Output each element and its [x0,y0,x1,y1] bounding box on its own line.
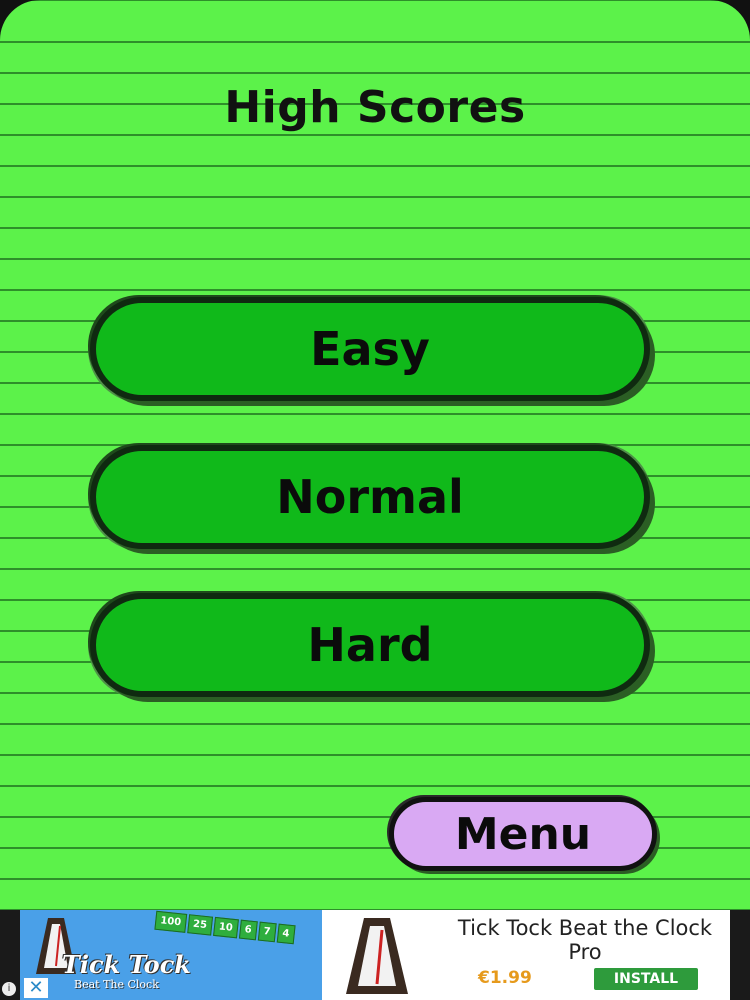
ad-artwork[interactable]: 100 25 10 6 7 4 Tick Tock Beat The Clock [20,910,322,1000]
tile: 25 [187,914,213,936]
close-icon[interactable]: ✕ [24,978,48,998]
normal-button-label: Normal [276,470,464,524]
ad-logo-text: Tick Tock [62,950,191,979]
menu-button-label: Menu [454,808,592,860]
tile: 10 [212,916,239,939]
ad-title[interactable]: Tick Tock Beat the Clock Pro [440,916,730,964]
page-title: High Scores [224,82,526,133]
tile: 6 [238,919,258,941]
info-icon[interactable]: i [2,982,16,996]
hard-button[interactable]: Hard [90,593,650,697]
tile: 4 [276,923,296,945]
normal-button[interactable]: Normal [90,445,650,549]
number-tiles: 100 25 10 6 7 4 [154,910,296,945]
easy-button[interactable]: Easy [90,297,650,401]
metronome-icon [346,918,408,994]
ad-banner[interactable]: 100 25 10 6 7 4 Tick Tock Beat The Clock… [0,910,750,1000]
ad-content[interactable]: 100 25 10 6 7 4 Tick Tock Beat The Clock… [20,910,730,1000]
tile: 7 [257,921,277,943]
menu-button[interactable]: Menu [389,797,657,871]
hard-button-label: Hard [307,618,433,672]
tile: 100 [154,910,188,933]
game-screen: High Scores Easy Normal Hard Menu [0,0,750,910]
ad-price: €1.99 [478,968,532,988]
install-button[interactable]: INSTALL [594,968,698,990]
ad-logo-subtitle: Beat The Clock [74,978,159,991]
ad-app-icon[interactable] [322,910,432,1000]
easy-button-label: Easy [310,322,430,376]
